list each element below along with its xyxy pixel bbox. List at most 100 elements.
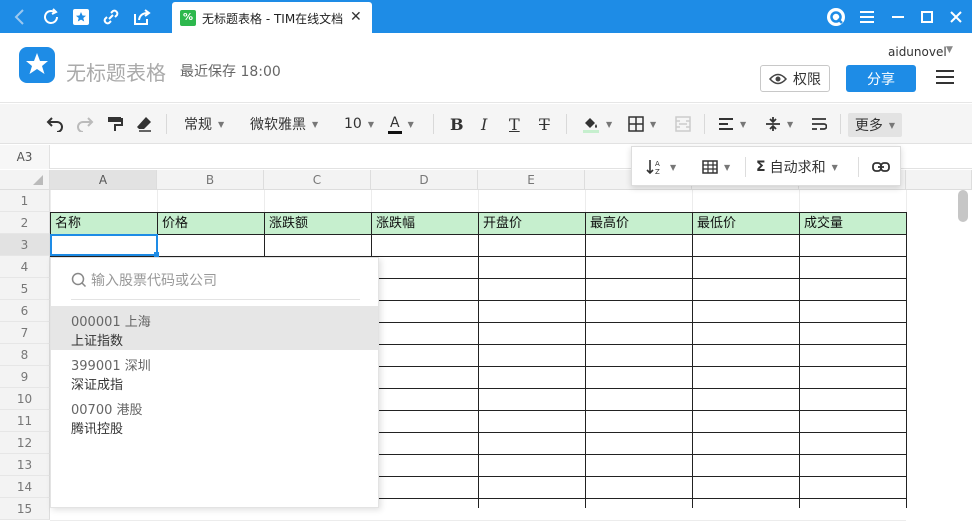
row-header-15[interactable]: 15 xyxy=(0,498,50,520)
autosum-button[interactable]: Σ 自动求和 ▼ xyxy=(756,157,838,177)
share-out-icon[interactable] xyxy=(132,7,152,27)
horizontal-align-button[interactable]: ▼ xyxy=(718,113,746,135)
stock-search-dropdown: 输入股票代码或公司 000001 上海 上证指数 399001 深圳 深证成指 0070… xyxy=(50,257,379,508)
row-header-13[interactable]: 13 xyxy=(0,454,50,476)
font-color-icon: A xyxy=(388,115,402,134)
svg-text:Z: Z xyxy=(655,168,660,176)
tim-docs-logo-icon[interactable] xyxy=(19,47,55,83)
column-header-e[interactable]: E xyxy=(478,170,585,190)
row-header-10[interactable]: 10 xyxy=(0,388,50,410)
select-all-corner[interactable] xyxy=(0,170,50,190)
back-icon[interactable] xyxy=(10,7,30,27)
minimize-icon[interactable] xyxy=(888,7,908,27)
column-header-d[interactable]: D xyxy=(371,170,478,190)
number-format-dropdown[interactable]: 常规 ▼ xyxy=(184,113,224,135)
row-header-1[interactable]: 1 xyxy=(0,190,50,212)
chevron-down-icon: ▼ xyxy=(367,119,374,129)
table-header-cell[interactable]: 涨跌额 xyxy=(265,213,371,234)
font-color-button[interactable]: A ▼ xyxy=(388,113,414,135)
number-format-value: 常规 xyxy=(184,117,212,133)
row-header-12[interactable]: 12 xyxy=(0,432,50,454)
merge-cells-icon[interactable] xyxy=(675,113,691,135)
eye-icon xyxy=(769,73,787,84)
cell-reference[interactable]: A3 xyxy=(0,145,50,169)
window-close-icon[interactable] xyxy=(946,7,966,27)
row-header-3[interactable]: 3 xyxy=(0,234,50,256)
bold-button[interactable]: B xyxy=(450,113,464,135)
chevron-down-icon: ▼ xyxy=(670,162,677,172)
refresh-icon[interactable] xyxy=(41,7,61,27)
column-header-blank[interactable] xyxy=(906,170,972,190)
row-header-7[interactable]: 7 xyxy=(0,322,50,344)
underline-button[interactable]: T xyxy=(509,113,520,135)
eraser-icon[interactable] xyxy=(136,113,152,135)
table-border xyxy=(478,212,479,508)
row-header-5[interactable]: 5 xyxy=(0,278,50,300)
link-icon[interactable] xyxy=(101,7,121,27)
redo-icon[interactable] xyxy=(76,113,94,135)
permission-button[interactable]: 权限 xyxy=(760,65,830,92)
row-header-2[interactable]: 2 xyxy=(0,212,50,234)
stock-option[interactable]: 00700 港股 腾讯控股 xyxy=(51,394,378,438)
stock-name: 深证成指 xyxy=(71,378,124,393)
row-header-6[interactable]: 6 xyxy=(0,300,50,322)
bookmark-star-icon[interactable] xyxy=(71,7,91,27)
row-header-4[interactable]: 4 xyxy=(0,256,50,278)
strikethrough-button[interactable]: T xyxy=(539,113,550,135)
fill-color-button[interactable]: ▼ xyxy=(582,113,612,135)
stock-name: 腾讯控股 xyxy=(71,422,124,437)
browser-tab[interactable]: % 无标题表格 - TIM在线文档 ✕ xyxy=(172,2,372,33)
hamburger-menu-icon[interactable] xyxy=(936,70,954,84)
qq-browser-icon[interactable] xyxy=(826,7,846,27)
italic-button[interactable]: I xyxy=(481,113,487,135)
table-style-button[interactable]: ▼ xyxy=(702,157,730,177)
column-header-b[interactable]: B xyxy=(157,170,264,190)
row-header-11[interactable]: 11 xyxy=(0,410,50,432)
active-cell-a3[interactable] xyxy=(50,234,158,256)
stock-name: 上证指数 xyxy=(71,334,124,349)
vertical-align-button[interactable]: ▼ xyxy=(765,113,793,135)
text-wrap-icon[interactable] xyxy=(811,113,827,135)
table-header-cell[interactable]: 涨跌幅 xyxy=(372,213,478,234)
font-family-dropdown[interactable]: 微软雅黑 ▼ xyxy=(250,113,318,135)
row-header-14[interactable]: 14 xyxy=(0,476,50,498)
tab-close-icon[interactable]: ✕ xyxy=(350,9,362,25)
table-header-cell[interactable]: 成交量 xyxy=(800,213,906,234)
user-dropdown-icon[interactable]: ▼ xyxy=(946,45,953,55)
table-border xyxy=(799,212,800,508)
doc-title[interactable]: 无标题表格 xyxy=(66,57,166,86)
sheet-favicon-icon: % xyxy=(180,10,196,26)
username[interactable]: aidunovel xyxy=(888,45,947,59)
browser-menu-icon[interactable] xyxy=(857,7,877,27)
undo-icon[interactable] xyxy=(46,113,64,135)
row-header-8[interactable]: 8 xyxy=(0,344,50,366)
chevron-down-icon: ▼ xyxy=(724,162,731,172)
table-border xyxy=(585,212,586,508)
more-button[interactable]: 更多 ▼ xyxy=(848,113,902,137)
table-header-cell[interactable]: 价格 xyxy=(158,213,264,234)
table-header-cell[interactable]: 最高价 xyxy=(586,213,692,234)
font-size-dropdown[interactable]: 10 ▼ xyxy=(344,113,374,135)
row-header-9[interactable]: 9 xyxy=(0,366,50,388)
chevron-down-icon: ▼ xyxy=(407,119,414,129)
share-button[interactable]: 分享 xyxy=(846,65,916,92)
sigma-icon: Σ xyxy=(756,159,766,175)
sort-button[interactable]: A Z ▼ xyxy=(646,157,676,177)
more-label: 更多 xyxy=(854,118,883,134)
app-header: 无标题表格 最近保存 18:00 aidunovel ▼ 权限 分享 xyxy=(0,33,972,103)
maximize-icon[interactable] xyxy=(917,7,937,27)
paint-bucket-icon xyxy=(583,118,599,133)
table-border xyxy=(692,212,693,508)
table-header-cell[interactable]: 开盘价 xyxy=(479,213,585,234)
table-header-cell[interactable]: 名称 xyxy=(51,213,157,234)
borders-button[interactable]: ▼ xyxy=(628,113,656,135)
insert-link-icon[interactable] xyxy=(872,157,890,177)
column-header-a[interactable]: A xyxy=(50,170,157,190)
column-header-c[interactable]: C xyxy=(264,170,371,190)
vertical-scrollbar[interactable] xyxy=(958,190,968,222)
stock-option[interactable]: 000001 上海 上证指数 xyxy=(51,306,378,350)
table-header-cell[interactable]: 最低价 xyxy=(693,213,799,234)
stock-search-input[interactable]: 输入股票代码或公司 xyxy=(71,268,360,300)
format-painter-icon[interactable] xyxy=(107,113,123,135)
stock-option[interactable]: 399001 深圳 深证成指 xyxy=(51,350,378,394)
